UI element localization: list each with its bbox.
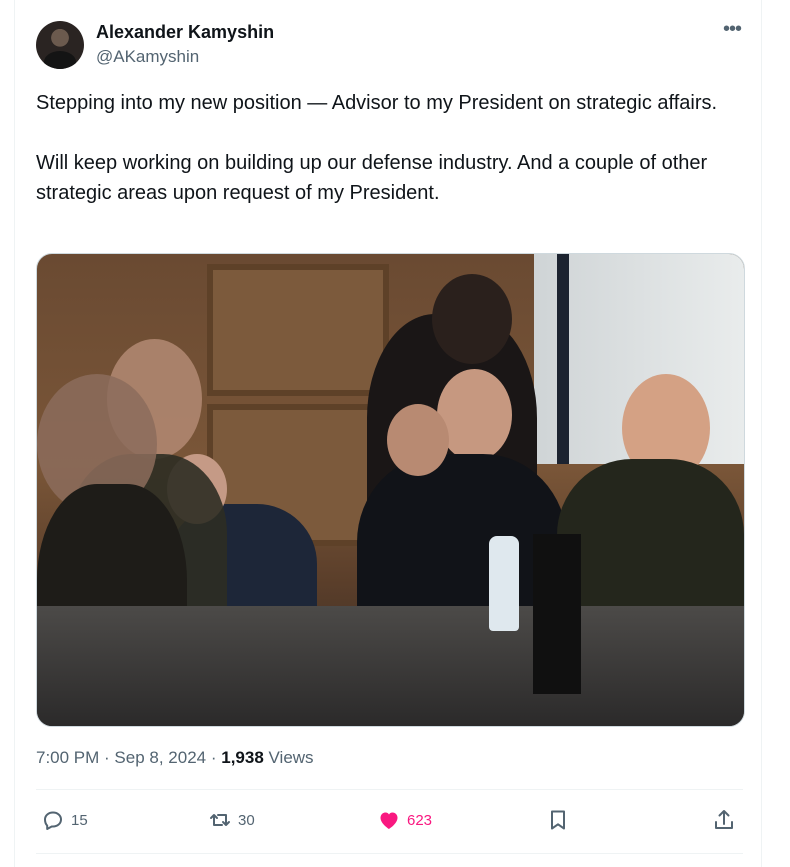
tweet-date[interactable]: Sep 8, 2024: [114, 748, 206, 767]
repost-count: 30: [238, 811, 255, 829]
like-button[interactable]: 623: [377, 808, 432, 832]
tweet-card: Alexander Kamyshin @AKamyshin ••• Steppi…: [14, 0, 762, 867]
tweet-paragraph: Will keep working on building up our def…: [36, 152, 708, 204]
views-label: Views: [263, 748, 314, 767]
tweet-photo[interactable]: [36, 253, 745, 727]
share-icon: [715, 810, 733, 829]
more-dots-icon[interactable]: •••: [723, 18, 742, 41]
views-count: 1,938: [221, 748, 264, 767]
author-name[interactable]: Alexander Kamyshin: [96, 22, 274, 43]
avatar[interactable]: [36, 21, 84, 69]
tweet-text: Stepping into my new position — Advisor …: [36, 88, 736, 208]
reply-icon: [44, 811, 62, 830]
reply-count: 15: [71, 811, 88, 829]
repost-button[interactable]: 30: [208, 808, 255, 832]
author-handle[interactable]: @AKamyshin: [96, 47, 199, 67]
tweet-meta: 7:00 PM · Sep 8, 2024 · 1,938 Views: [36, 748, 314, 768]
tweet-time[interactable]: 7:00 PM: [36, 748, 99, 767]
bookmark-button[interactable]: [546, 808, 576, 832]
divider: [36, 853, 743, 854]
heart-icon: [380, 812, 398, 829]
tweet-paragraph: Stepping into my new position — Advisor …: [36, 92, 718, 114]
repost-icon: [210, 814, 230, 826]
divider: [36, 789, 743, 790]
share-button[interactable]: [712, 808, 742, 832]
meta-separator: ·: [99, 748, 115, 767]
meta-separator: ·: [206, 748, 222, 767]
like-count: 623: [407, 811, 433, 829]
reply-button[interactable]: 15: [41, 808, 88, 832]
bookmark-icon: [551, 810, 565, 830]
